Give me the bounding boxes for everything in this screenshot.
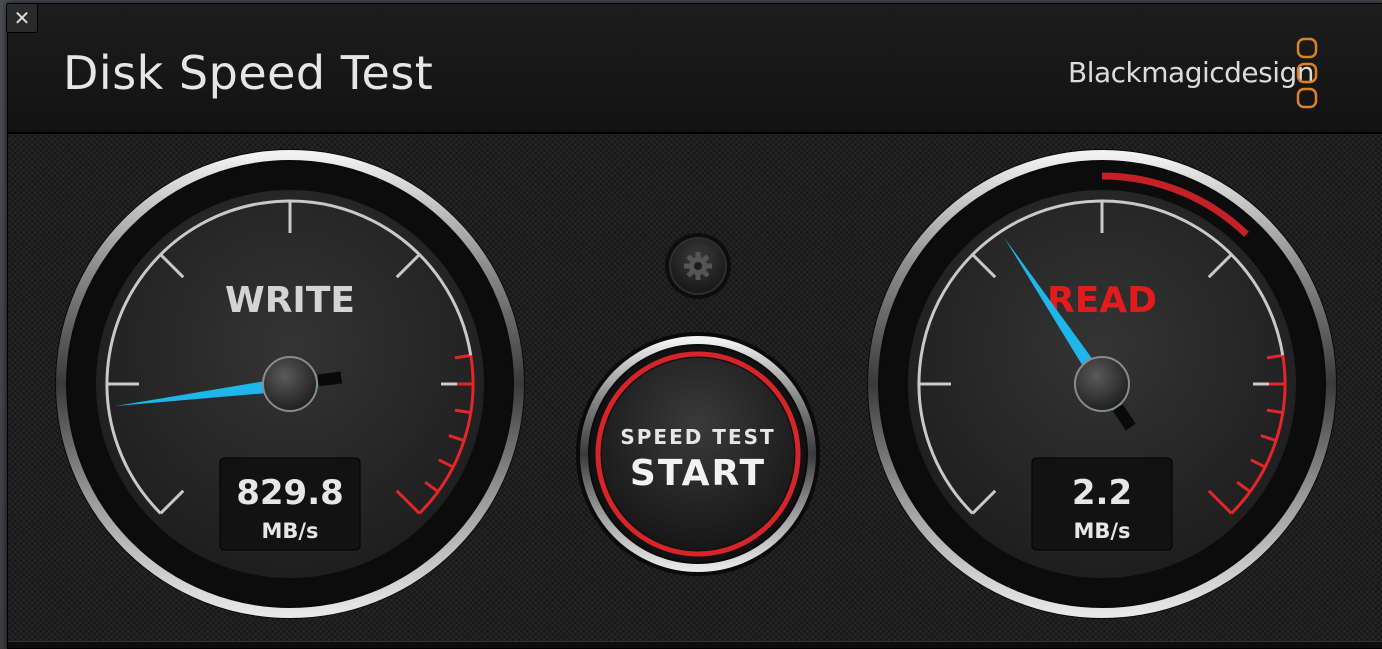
write-needle-counterweight [317, 371, 343, 387]
read-value: 2.2 [1072, 473, 1132, 513]
write-needle-hub [262, 356, 318, 412]
close-button[interactable]: ✕ [6, 3, 38, 33]
start-button-line1[interactable]: SPEED TEST [620, 425, 775, 449]
write-gauge: WRITE 829.8 MB/s [55, 149, 525, 619]
gauge-canvas: WRITE 829.8 MB/s READ 2.2 MB/s SPEED TES… [55, 149, 1337, 619]
start-button-line2[interactable]: START [630, 453, 766, 494]
settings-button[interactable] [665, 233, 731, 299]
app-window: Disk Speed Test Blackmagicdesign WRITE 8… [7, 3, 1382, 649]
write-unit: MB/s [261, 519, 318, 543]
start-button[interactable]: SPEED TEST START [576, 332, 820, 576]
read-gauge-label: READ [1047, 280, 1157, 321]
read-needle-hub [1074, 356, 1130, 412]
gear-icon[interactable] [684, 252, 712, 280]
read-unit: MB/s [1073, 519, 1130, 543]
write-gauge-label: WRITE [225, 280, 355, 321]
write-value: 829.8 [236, 473, 344, 513]
read-gauge: READ 2.2 MB/s [867, 149, 1337, 619]
